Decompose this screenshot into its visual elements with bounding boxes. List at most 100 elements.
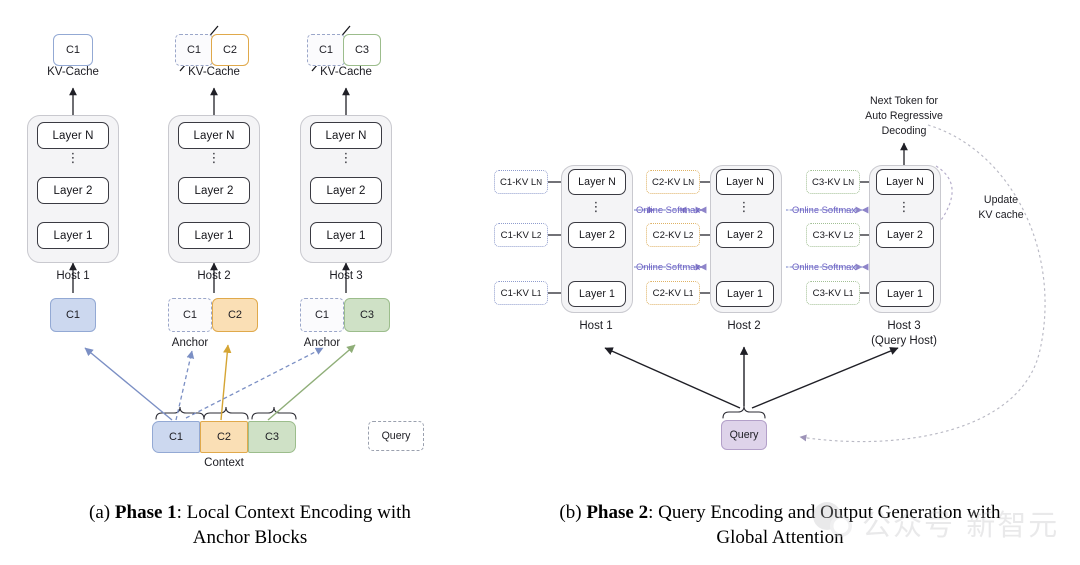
query-placeholder-a-label: Query: [381, 430, 411, 442]
kv-label-text: C3-KV L: [811, 176, 849, 188]
kv-label-sub: N: [536, 177, 543, 187]
input-chip-label: C1: [65, 309, 81, 321]
layer-box-host2-1: Layer 1: [178, 222, 250, 249]
kv-label-text: C1-KV L: [500, 229, 537, 241]
layer-box-host2-2: Layer 2: [178, 177, 250, 204]
kv-label-c2-l2: C2-KV L2: [646, 223, 700, 247]
host-label-a-3: Host 3: [329, 270, 363, 282]
layer-box-host2-N: Layer N: [178, 122, 250, 149]
context-block-label: C2: [216, 431, 232, 443]
context-label: Context: [204, 457, 244, 469]
next-token-line1: Next Token for: [869, 95, 939, 107]
next-token-line2: Auto Regressive: [865, 110, 943, 122]
kv-label-text: C2-KV L: [652, 229, 689, 241]
layer-label: Layer 2: [886, 229, 924, 241]
query-box-b: Query: [721, 420, 767, 450]
next-token-line3: Decoding: [881, 125, 927, 137]
layer-label: Layer 1: [53, 229, 93, 242]
layer-label: Layer N: [325, 129, 367, 142]
layer-box-b-host1-N: Layer N: [568, 169, 626, 195]
kv-cache-chip-host1: C1: [53, 34, 93, 66]
layer-label: Layer N: [52, 129, 94, 142]
query-box-b-label: Query: [729, 429, 759, 441]
kv-label-sub: N: [848, 177, 855, 187]
kv-cache-label-host1: KV-Cache: [47, 66, 99, 78]
layer-label: Layer N: [726, 176, 764, 188]
context-block-1: C1: [152, 421, 200, 453]
context-block-label: C3: [264, 431, 280, 443]
online-softmax-upper-23: Online Softmax: [791, 204, 857, 215]
context-block-label: C1: [168, 431, 184, 443]
input-anchor-ghost-host3: C1: [300, 298, 344, 332]
caption-a-prefix: (a): [89, 502, 115, 523]
query-placeholder-a: Query: [368, 421, 424, 451]
layer-label: Layer N: [578, 176, 616, 188]
kv-label-text: C3-KV L: [812, 287, 849, 299]
layer-box-b-host2-2: Layer 2: [716, 222, 774, 248]
kv-label-sub: 1: [536, 288, 542, 298]
kv-label-sub: 1: [688, 288, 694, 298]
anchor-label-host3: Anchor: [303, 337, 341, 349]
update-kv-line2: KV cache: [978, 209, 1024, 221]
kv-label-c3-l1: C3-KV L1: [806, 281, 860, 305]
layer-box-b-host1-2: Layer 2: [568, 222, 626, 248]
layer-label: Layer 2: [578, 229, 616, 241]
host-label-b-3-sub: (Query Host): [871, 335, 937, 347]
kv-label-c3-l2: C3-KV L2: [806, 223, 860, 247]
update-kv-line1: Update: [983, 194, 1019, 206]
layer-box-b-host3-1: Layer 1: [876, 281, 934, 307]
online-softmax-lower-23: Online Softmax: [791, 261, 857, 272]
online-softmax-lower-12: Online Softmax: [635, 261, 701, 272]
kv-label-c3-ln: C3-KV LN: [806, 170, 860, 194]
input-anchor-ghost-label: C1: [182, 309, 198, 321]
host-label-a-2: Host 2: [197, 270, 231, 282]
host-label-b-2: Host 2: [727, 320, 761, 332]
layer-label: Layer 2: [194, 184, 234, 197]
input-anchor-ghost-label: C1: [314, 309, 330, 321]
kv-cache-chip-host2-label: C2: [222, 44, 238, 56]
layer-label: Layer 1: [194, 229, 234, 242]
layer-box-host3-N: Layer N: [310, 122, 382, 149]
layer-label: Layer 1: [726, 288, 764, 300]
input-chip-host3: C3: [344, 298, 390, 332]
host-label-b-3: Host 3: [887, 320, 921, 332]
kv-label-c1-l1: C1-KV L1: [494, 281, 548, 305]
kv-label-text: C3-KV L: [812, 229, 849, 241]
layer-box-host1-2: Layer 2: [37, 177, 109, 204]
kv-cache-chip-host1-label: C1: [65, 44, 81, 56]
kv-label-sub: 1: [848, 288, 854, 298]
kv-label-c2-ln: C2-KV LN: [646, 170, 700, 194]
input-chip-host1: C1: [50, 298, 96, 332]
layer-label: Layer N: [193, 129, 235, 142]
kv-cache-ghost-host3-label: C1: [318, 44, 334, 56]
layer-label: Layer 1: [326, 229, 366, 242]
layer-label: Layer 1: [886, 288, 924, 300]
layer-box-b-host2-1: Layer 1: [716, 281, 774, 307]
caption-a-bold: Phase 1: [114, 502, 177, 523]
kv-cache-label-host3: KV-Cache: [320, 66, 372, 78]
layer-label: Layer 2: [53, 184, 93, 197]
context-block-2: C2: [200, 421, 248, 453]
kv-label-sub: N: [688, 177, 695, 187]
context-block-3: C3: [248, 421, 296, 453]
caption-a-rest: : Local Context Encoding with: [176, 502, 411, 523]
kv-cache-chip-host3: C3: [343, 34, 381, 66]
kv-cache-chip-host2: C2: [211, 34, 249, 66]
layer-box-host1-1: Layer 1: [37, 222, 109, 249]
host-label-a-1: Host 1: [56, 270, 90, 282]
anchor-label-host2: Anchor: [171, 337, 209, 349]
layer-box-host1-N: Layer N: [37, 122, 109, 149]
kv-label-text: C2-KV L: [651, 176, 689, 188]
layer-label: Layer 2: [726, 229, 764, 241]
layer-box-b-host2-N: Layer N: [716, 169, 774, 195]
caption-b: (b) Phase 2: Query Encoding and Output G…: [495, 500, 1065, 550]
input-anchor-ghost-host2: C1: [168, 298, 212, 332]
kv-label-c1-l2: C1-KV L2: [494, 223, 548, 247]
kv-label-c1-ln: C1-KV LN: [494, 170, 548, 194]
kv-label-text: C1-KV L: [499, 176, 537, 188]
caption-b-bold: Phase 2: [586, 502, 649, 523]
layer-box-host3-2: Layer 2: [310, 177, 382, 204]
kv-cache-chip-host3-label: C3: [354, 44, 370, 56]
caption-b-rest: : Query Encoding and Output Generation w…: [648, 502, 1001, 523]
host-label-b-1: Host 1: [579, 320, 613, 332]
